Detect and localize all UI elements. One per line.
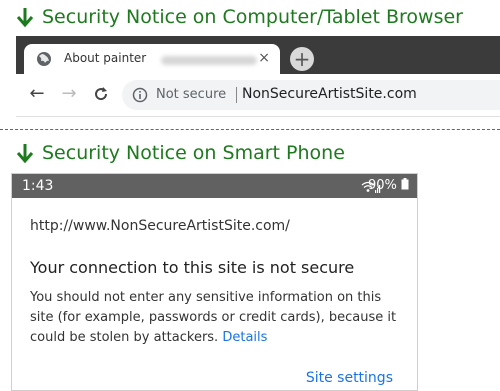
desktop-section-heading: Security Notice on Computer/Tablet Brows…	[14, 6, 463, 28]
info-icon[interactable]	[132, 87, 148, 103]
desktop-heading-text: Security Notice on Computer/Tablet Brows…	[42, 6, 463, 28]
close-icon[interactable]: ×	[258, 50, 270, 66]
details-link[interactable]: Details	[222, 330, 267, 345]
phone-status-bar: 1:43 90%	[12, 174, 417, 198]
redacted-text	[161, 56, 257, 65]
phone-section-heading: Security Notice on Smart Phone	[14, 142, 345, 164]
battery-percent: 90%	[367, 178, 397, 193]
battery-indicator: 90%	[368, 178, 409, 193]
new-tab-button[interactable]: +	[290, 47, 314, 71]
site-settings-button[interactable]: Site settings	[306, 370, 393, 386]
phone-screen: 1:43 90% http://www.NonSecureArtistSite.…	[11, 173, 418, 391]
not-secure-label: Not secure	[156, 87, 227, 102]
arrow-down-icon	[16, 8, 34, 28]
status-time: 1:43	[22, 178, 54, 194]
phone-heading-text: Security Notice on Smart Phone	[42, 142, 345, 164]
browser-toolbar: ← → Not secure NonSecureArtistSite.com	[16, 74, 500, 117]
url-text: NonSecureArtistSite.com	[242, 86, 417, 102]
section-divider	[0, 129, 500, 130]
arrow-down-icon	[16, 144, 34, 164]
browser-tab-bar: About painter × +	[16, 36, 500, 74]
battery-icon	[401, 178, 409, 190]
forward-arrow-icon[interactable]: →	[58, 83, 80, 105]
dialog-url: http://www.NonSecureArtistSite.com/	[30, 218, 290, 234]
reload-icon[interactable]	[90, 83, 112, 105]
back-arrow-icon[interactable]: ←	[26, 83, 48, 105]
address-bar[interactable]: Not secure NonSecureArtistSite.com	[122, 80, 500, 110]
dialog-body-text: You should not enter any sensitive infor…	[30, 290, 397, 345]
globe-icon	[37, 52, 51, 66]
tab-title: About painter	[64, 51, 147, 65]
omnibox-separator	[236, 87, 237, 103]
browser-tab[interactable]: About painter ×	[24, 44, 280, 74]
dialog-heading: Your connection to this site is not secu…	[30, 258, 355, 277]
security-dialog: http://www.NonSecureArtistSite.com/ Your…	[12, 198, 417, 390]
dialog-body: You should not enter any sensitive infor…	[30, 288, 405, 348]
